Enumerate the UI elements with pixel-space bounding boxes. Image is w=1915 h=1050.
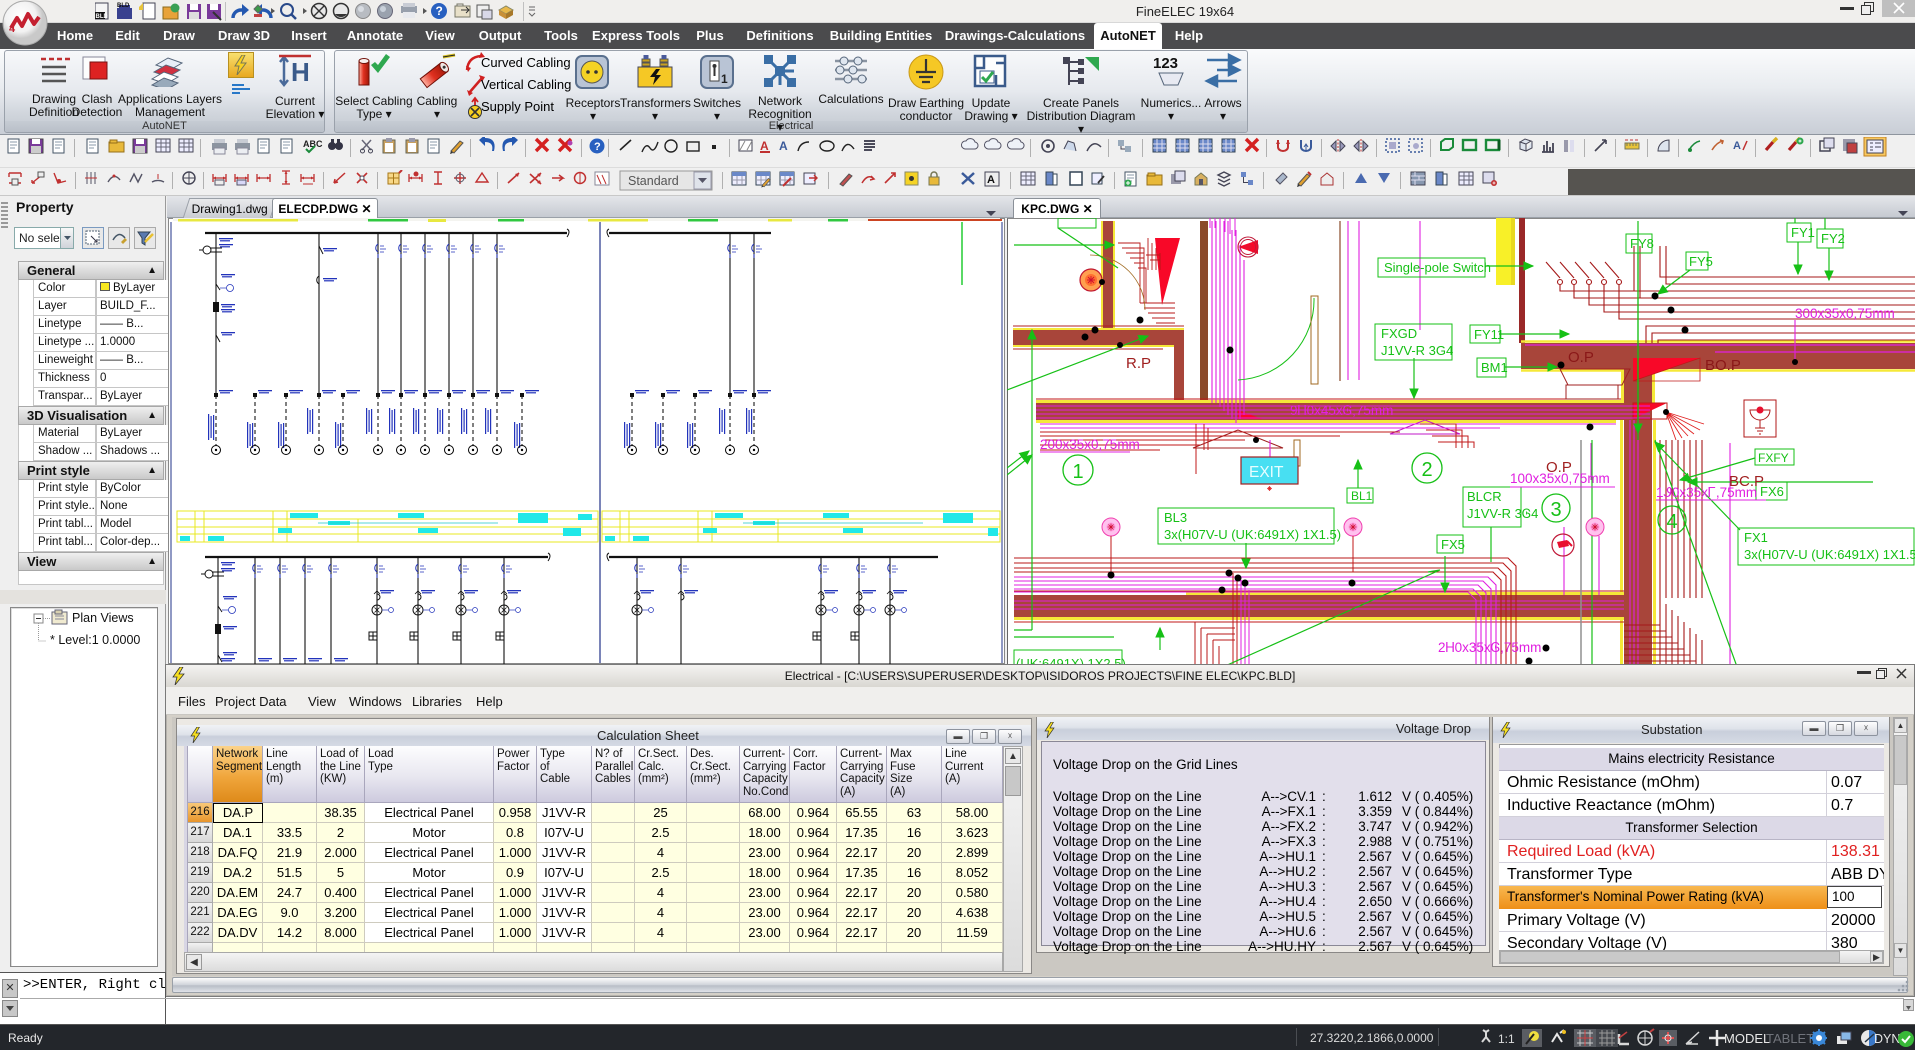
svg-text:BC.P: BC.P (1729, 473, 1764, 490)
svg-text:BLD: BLD (117, 3, 130, 9)
svg-text:FX1: FX1 (1744, 530, 1768, 545)
svg-text:BLD: BLD (96, 14, 109, 20)
svg-text:3x(H07V-U (UK:6491X) 1X1.5): 3x(H07V-U (UK:6491X) 1X1.5) (1744, 547, 1915, 562)
svg-text:J1VV-R 3Ꮆ4: J1VV-R 3Ꮆ4 (1467, 506, 1538, 521)
svg-text:200x35x0,75mm: 200x35x0,75mm (1040, 437, 1140, 452)
svg-text:BL1: BL1 (1351, 489, 1373, 503)
svg-text:BM1: BM1 (1481, 360, 1508, 375)
svg-text:123: 123 (1153, 55, 1178, 72)
svg-text:MODEL: MODEL (1724, 1031, 1770, 1046)
svg-text:H: H (291, 57, 310, 87)
svg-text:4: 4 (9, 23, 16, 35)
svg-text:J1VV-R 3G4: J1VV-R 3G4 (1381, 343, 1453, 358)
svg-text:Plan Views: Plan Views (72, 611, 134, 625)
svg-text:BLCR: BLCR (1467, 489, 1502, 504)
svg-text:FY8: FY8 (1630, 236, 1654, 251)
svg-text:2Ꮋ0x35xᎶ,75mm: 2Ꮋ0x35xᎶ,75mm (1438, 640, 1541, 655)
svg-text:A: A (987, 174, 995, 186)
svg-text:O.P: O.P (1546, 459, 1572, 476)
svg-text:EXIT: EXIT (1249, 464, 1284, 481)
svg-text:BL3: BL3 (1164, 510, 1187, 525)
svg-text:FY1: FY1 (1791, 225, 1815, 240)
svg-text:1: 1 (1072, 461, 1083, 483)
svg-text:1: 1 (721, 72, 728, 86)
svg-text:3: 3 (1550, 499, 1561, 521)
svg-text:FXGD: FXGD (1381, 326, 1417, 341)
svg-text:A: A (1733, 140, 1741, 152)
svg-text:BO.P: BO.P (1705, 357, 1741, 374)
svg-text:3x(H07V-U (UK:6491X) 1X1.5): 3x(H07V-U (UK:6491X) 1X1.5) (1164, 527, 1341, 542)
svg-text:(UK:6491X) 1X2.5): (UK:6491X) 1X2.5) (1016, 656, 1126, 664)
svg-text:A: A (760, 139, 769, 153)
svg-text:FY2: FY2 (1821, 231, 1845, 246)
svg-text:O.P: O.P (1568, 349, 1594, 366)
svg-text:Standard: Standard (628, 174, 679, 188)
svg-text:?: ? (436, 4, 443, 18)
svg-text:Single-pole Switch: Single-pole Switch (1384, 260, 1491, 275)
svg-text:FXFY: FXFY (1758, 451, 1789, 465)
svg-text:* Level:1 0.0000: * Level:1 0.0000 (50, 633, 140, 647)
svg-text:2: 2 (1421, 459, 1432, 481)
svg-text:4: 4 (1666, 511, 1677, 533)
svg-text:300x35x0,75mm: 300x35x0,75mm (1795, 306, 1895, 321)
svg-text:R.P: R.P (1126, 355, 1151, 372)
svg-text:FX5: FX5 (1441, 537, 1465, 552)
svg-text:9Ꮋ0x45xᎶ,75mm: 9Ꮋ0x45xᎶ,75mm (1290, 403, 1393, 418)
svg-text:FY5: FY5 (1689, 254, 1713, 269)
svg-text:1:1: 1:1 (1498, 1032, 1515, 1046)
svg-text:TABLET: TABLET (1766, 1031, 1814, 1046)
svg-text:FY11: FY11 (1474, 327, 1504, 342)
svg-text:A: A (779, 139, 788, 153)
